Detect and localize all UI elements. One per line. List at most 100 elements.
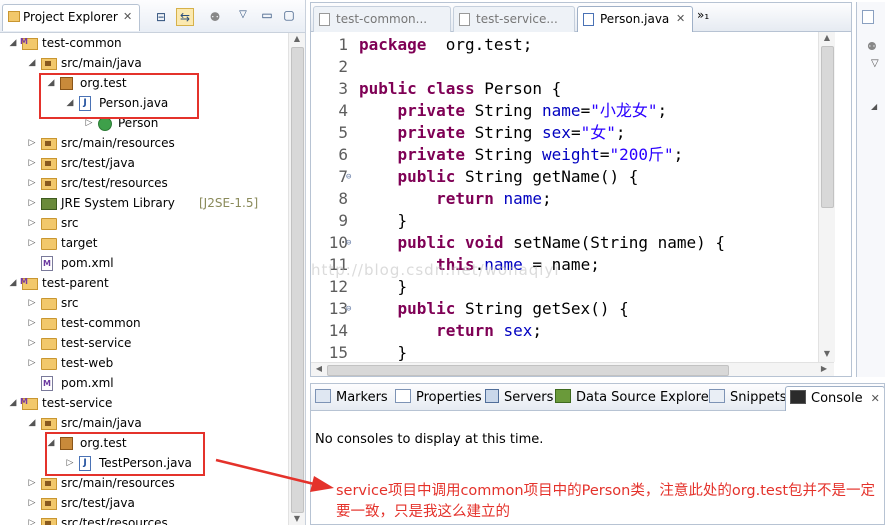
tree-item-label: pom.xml — [61, 256, 114, 270]
scroll-down-icon[interactable]: ▼ — [819, 348, 835, 360]
expanded-arrow-icon[interactable]: ◢ — [27, 53, 37, 73]
code-line[interactable]: 1 package org.test; — [311, 34, 821, 56]
collapsed-arrow-icon[interactable]: ▷ — [27, 333, 37, 353]
tree-item[interactable]: ▷ test-web — [0, 353, 288, 373]
code-text: private String sex="女"; — [359, 122, 626, 144]
folder-icon — [41, 338, 57, 350]
collapsed-arrow-icon[interactable]: ▷ — [27, 133, 37, 153]
code-line[interactable]: 12 } — [311, 276, 821, 298]
code-line[interactable]: 10 ⊖ public void setName(String name) { — [311, 232, 821, 254]
expanded-arrow-icon[interactable]: ◢ — [8, 33, 18, 53]
collapsed-arrow-icon[interactable]: ▷ — [27, 153, 37, 173]
tab-properties[interactable]: Properties — [395, 386, 482, 410]
code-token: name — [542, 101, 581, 120]
close-icon[interactable]: ✕ — [676, 12, 685, 25]
scroll-down-icon[interactable]: ▼ — [289, 513, 305, 525]
collapsed-arrow-icon[interactable]: ▷ — [27, 173, 37, 193]
tree-item[interactable]: ▷ src/test/java — [0, 153, 288, 173]
scroll-thumb[interactable] — [291, 47, 304, 513]
outline-icon[interactable] — [862, 10, 874, 24]
tree-item[interactable]: ▷ target — [0, 233, 288, 253]
tree-item[interactable]: ◢ src/main/java — [0, 53, 288, 73]
focus-icon[interactable]: ⚉ — [206, 8, 224, 26]
view-menu-icon[interactable]: ▽ — [871, 58, 879, 69]
close-icon[interactable]: ✕ — [871, 392, 880, 405]
tree-item[interactable]: ▷ test-service — [0, 333, 288, 353]
code-line[interactable]: 9 } — [311, 210, 821, 232]
scroll-thumb[interactable] — [821, 46, 834, 208]
code-area[interactable]: 1 package org.test; 2 3 public class Person … — [311, 32, 821, 368]
collapsed-arrow-icon[interactable]: ▷ — [27, 473, 37, 493]
tree-item-label: test-parent — [42, 276, 109, 290]
code-line[interactable]: 3 public class Person { — [311, 78, 821, 100]
tree-item[interactable]: ▷ src/test/resources — [0, 173, 288, 193]
tree-item[interactable]: ▷ src/main/resources — [0, 133, 288, 153]
code-token: ; — [673, 145, 684, 164]
scroll-thumb[interactable] — [327, 365, 729, 376]
minimize-icon[interactable]: ▭ — [258, 6, 276, 24]
editor-tab-label: test-common... — [336, 12, 428, 26]
tree-item[interactable]: ▷ JRE System Library [J2SE-1.5] — [0, 193, 288, 213]
code-line[interactable]: 15 } — [311, 342, 821, 364]
fold-toggle-icon[interactable]: ⊖ — [346, 298, 351, 320]
scroll-up-icon[interactable]: ▲ — [289, 33, 305, 45]
code-line[interactable]: 13 ⊖ public String getSex() { — [311, 298, 821, 320]
collapsed-arrow-icon[interactable]: ▷ — [27, 313, 37, 333]
expanded-arrow-icon[interactable]: ◢ — [8, 273, 18, 293]
code-token: String getSex() { — [455, 299, 629, 318]
tree-item[interactable]: ◢ src/main/java — [0, 413, 288, 433]
tab-markers[interactable]: Markers — [315, 386, 388, 410]
fold-toggle-icon[interactable]: ⊖ — [346, 166, 351, 188]
fold-toggle-icon[interactable]: ⊖ — [346, 232, 351, 254]
tab-console[interactable]: Console ✕ — [785, 386, 884, 411]
view-menu-icon[interactable]: ▽ — [234, 6, 252, 24]
tree-item[interactable]: ▷ src — [0, 213, 288, 233]
code-line[interactable]: 11 this.name = name; — [311, 254, 821, 276]
editor-vertical-scrollbar[interactable]: ▲ ▼ — [818, 32, 835, 362]
tab-data-source-explorer[interactable]: Data Source Explorer — [555, 386, 714, 410]
scroll-right-icon[interactable]: ▶ — [816, 363, 832, 375]
tree-item[interactable]: ▷ src — [0, 293, 288, 313]
scroll-left-icon[interactable]: ◀ — [311, 363, 327, 375]
more-tabs-icon[interactable]: »₁ — [697, 8, 709, 22]
outline-toolbar-icon[interactable]: ⚉ — [867, 40, 877, 53]
tree-item[interactable]: Mpom.xml — [0, 373, 288, 393]
code-line[interactable]: 4 private String name="小龙女"; — [311, 100, 821, 122]
tree-item[interactable]: Mpom.xml — [0, 253, 288, 273]
tree-item[interactable]: ◢ test-service — [0, 392, 288, 413]
link-with-editor-icon[interactable]: ⇆ — [176, 8, 194, 26]
code-line[interactable]: 7 ⊖ public String getName() { — [311, 166, 821, 188]
collapsed-arrow-icon[interactable]: ▷ — [27, 353, 37, 373]
collapsed-arrow-icon[interactable]: ▷ — [27, 513, 37, 525]
tab-snippets[interactable]: Snippets — [709, 386, 786, 410]
code-line[interactable]: 2 — [311, 56, 821, 78]
line-number: 12 — [328, 277, 348, 296]
tree-item[interactable]: ▷ src/test/resources — [0, 513, 288, 525]
tab-project-explorer[interactable]: Project Explorer ✕ — [2, 4, 140, 31]
code-text: public String getName() { — [359, 166, 639, 188]
maximize-icon[interactable]: ▢ — [280, 6, 298, 24]
scroll-up-icon[interactable]: ▲ — [819, 32, 835, 44]
tab-person-java[interactable]: Person.java ✕ — [577, 6, 693, 32]
tab-servers[interactable]: Servers — [485, 386, 553, 410]
collapsed-arrow-icon[interactable]: ▷ — [27, 293, 37, 313]
collapse-all-icon[interactable]: ⊟ — [152, 8, 170, 26]
tree-item[interactable]: ◢ test-common — [0, 32, 288, 53]
collapsed-arrow-icon[interactable]: ▷ — [27, 233, 37, 253]
tree-expand-icon[interactable]: ◢ — [871, 102, 877, 111]
collapsed-arrow-icon[interactable]: ▷ — [27, 213, 37, 233]
tab-test-service-pom[interactable]: test-service... — [453, 6, 575, 32]
code-line[interactable]: 6 private String weight="200斤"; — [311, 144, 821, 166]
expanded-arrow-icon[interactable]: ◢ — [8, 393, 18, 413]
editor-horizontal-scrollbar[interactable]: ◀ ▶ — [311, 362, 834, 376]
collapsed-arrow-icon[interactable]: ▷ — [27, 493, 37, 513]
tab-test-common-pom[interactable]: test-common... — [313, 6, 451, 32]
code-line[interactable]: 5 private String sex="女"; — [311, 122, 821, 144]
code-line[interactable]: 14 return sex; — [311, 320, 821, 342]
code-line[interactable]: 8 return name; — [311, 188, 821, 210]
tree-item[interactable]: ◢ test-parent — [0, 272, 288, 293]
tree-item[interactable]: ▷ test-common — [0, 313, 288, 333]
expanded-arrow-icon[interactable]: ◢ — [27, 413, 37, 433]
close-icon[interactable]: ✕ — [123, 10, 132, 23]
collapsed-arrow-icon[interactable]: ▷ — [27, 193, 37, 213]
